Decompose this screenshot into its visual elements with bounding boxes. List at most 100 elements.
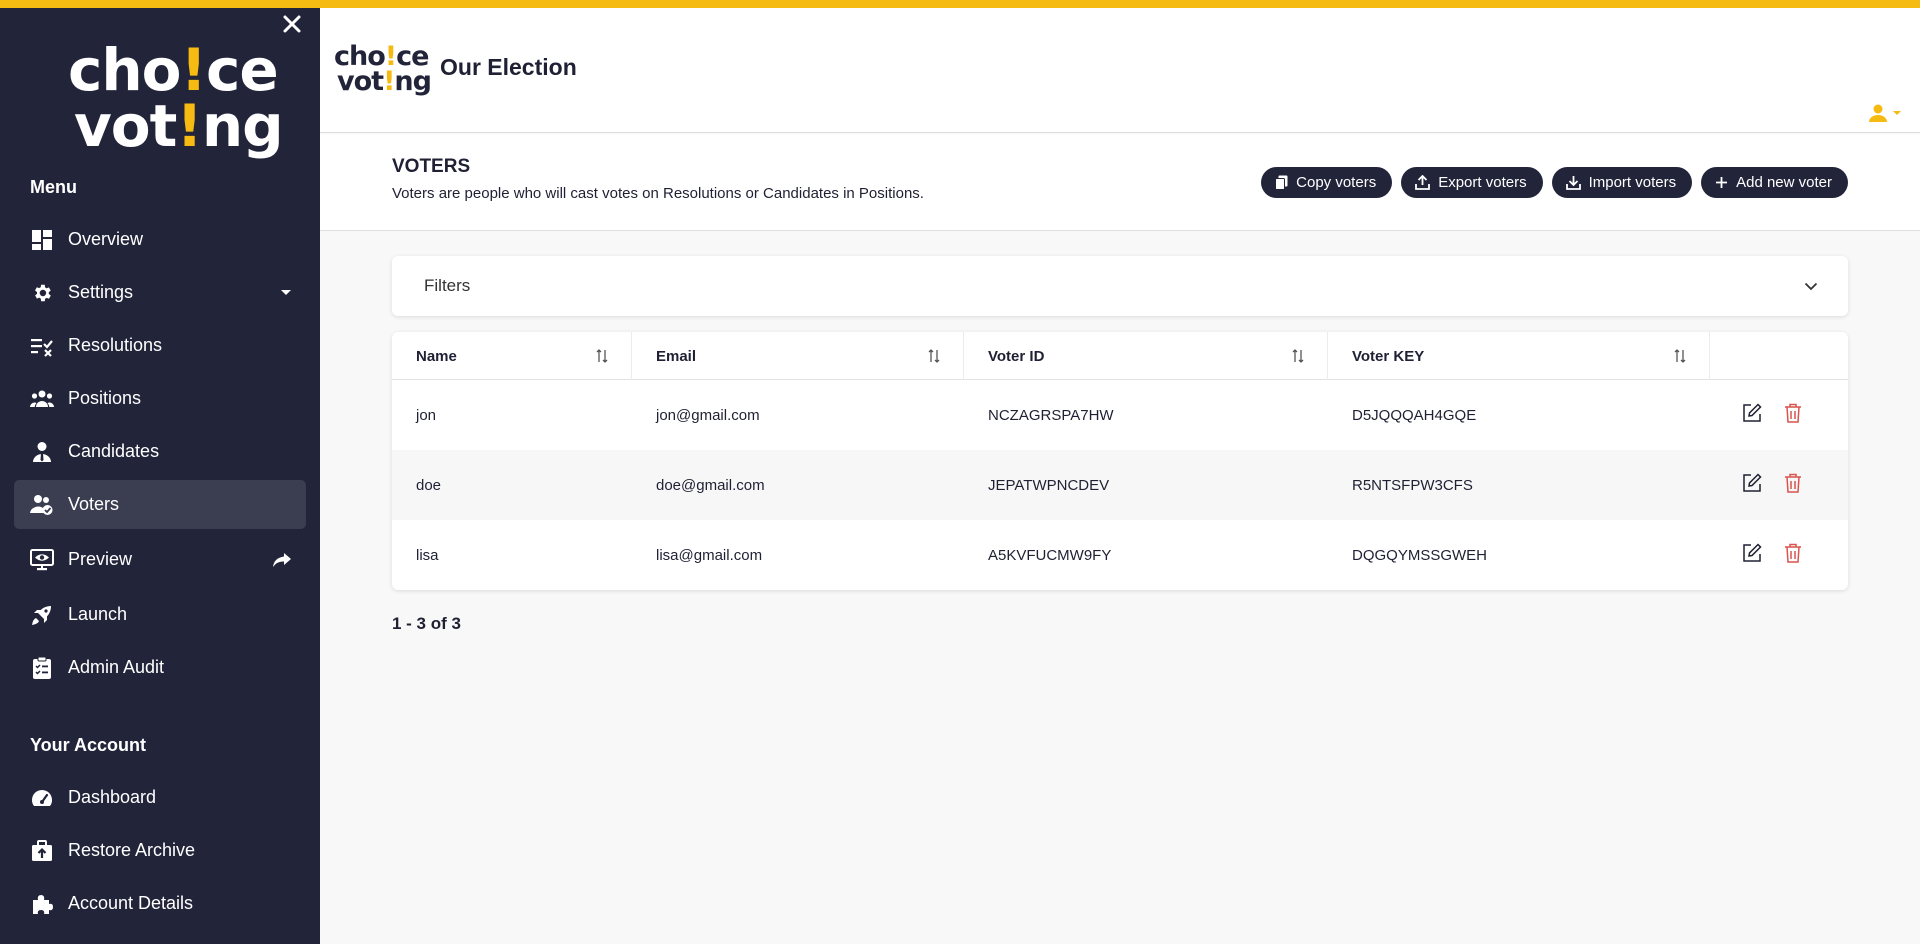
sidebar-item-label: Overview — [68, 229, 144, 249]
checklist-icon — [30, 334, 54, 358]
row-actions — [1742, 403, 1802, 423]
voters-icon — [30, 493, 54, 517]
archive-upload-icon — [30, 839, 54, 863]
cell-voter-key: D5JQQQAH4GQE — [1352, 406, 1477, 424]
main-nav: Overview Settings Resolutions Positions … — [14, 215, 306, 696]
clipboard-icon — [30, 656, 54, 680]
add-new-voter-button[interactable]: Add new voter — [1701, 167, 1848, 198]
sidebar-item-admin-audit[interactable]: Admin Audit — [14, 643, 306, 692]
sidebar-item-label: Admin Audit — [68, 657, 165, 677]
sidebar-item-label: Voters — [68, 494, 120, 514]
sidebar-item-resolutions[interactable]: Resolutions — [14, 321, 306, 370]
sidebar-item-label: Settings — [68, 282, 134, 302]
rocket-icon — [30, 603, 54, 627]
toolbar: Copy voters Export voters Import voters … — [1261, 167, 1848, 198]
voters-table: Name Email Voter ID Voter KEY jon jon@gm… — [392, 332, 1848, 590]
page-header: cho!ce vot!ng Our Election — [320, 8, 1920, 133]
trash-icon[interactable] — [1784, 473, 1802, 493]
sidebar-item-label: Account Details — [68, 893, 194, 913]
page-title: VOTERS — [392, 156, 471, 177]
pagination-summary: 1 - 3 of 3 — [392, 614, 461, 633]
sidebar: cho!ce vot!ng Menu Overview Settings Res… — [0, 8, 320, 944]
sidebar-item-candidates[interactable]: Candidates — [14, 427, 306, 476]
import-voters-button[interactable]: Import voters — [1551, 167, 1693, 198]
candidate-icon — [30, 440, 54, 464]
election-title: Our Election — [440, 54, 577, 80]
sidebar-item-voters[interactable]: Voters — [14, 480, 306, 529]
sidebar-item-label: Dashboard — [68, 787, 157, 807]
cell-name: doe — [416, 476, 442, 494]
plus-icon — [1716, 177, 1728, 188]
speedometer-icon — [30, 786, 54, 810]
gear-icon — [30, 281, 54, 305]
sidebar-item-settings[interactable]: Settings — [14, 268, 306, 317]
filters-panel-toggle[interactable]: Filters — [392, 256, 1848, 316]
account-nav: Dashboard Restore Archive Account Detail… — [14, 773, 306, 932]
caret-down-icon — [280, 289, 292, 297]
share-arrow-icon — [272, 552, 292, 568]
cell-name: jon — [416, 406, 437, 424]
voters-section-header: VOTERS Voters are people who will cast v… — [320, 134, 1920, 231]
edit-icon[interactable] — [1742, 543, 1762, 563]
column-header-email[interactable]: Email — [632, 332, 964, 380]
trash-icon[interactable] — [1784, 543, 1802, 563]
menu-title: Menu — [30, 177, 77, 197]
copy-voters-button[interactable]: Copy voters — [1261, 167, 1393, 198]
edit-icon[interactable] — [1742, 403, 1762, 423]
trash-icon[interactable] — [1784, 403, 1802, 423]
chevron-down-icon — [1804, 278, 1818, 296]
sidebar-item-dashboard[interactable]: Dashboard — [14, 773, 306, 822]
table-body: jon jon@gmail.com NCZAGRSPA7HW D5JQQQAH4… — [392, 380, 1848, 590]
table-header: Name Email Voter ID Voter KEY — [392, 332, 1848, 380]
sidebar-item-account-details[interactable]: Account Details — [14, 879, 306, 928]
cell-email: lisa@gmail.com — [656, 546, 763, 564]
sidebar-item-label: Positions — [68, 388, 142, 408]
column-header-voter-id[interactable]: Voter ID — [964, 332, 1328, 380]
sort-icon[interactable] — [928, 349, 940, 367]
cell-email: jon@gmail.com — [656, 406, 760, 424]
sidebar-item-label: Restore Archive — [68, 840, 196, 860]
user-menu-button[interactable] — [1868, 104, 1902, 122]
preview-icon — [30, 548, 54, 572]
sidebar-item-overview[interactable]: Overview — [14, 215, 306, 264]
sidebar-item-label: Resolutions — [68, 335, 163, 355]
sidebar-item-label: Preview — [68, 549, 133, 569]
sort-icon[interactable] — [1292, 349, 1304, 367]
cell-voter-key: R5NTSFPW3CFS — [1352, 476, 1473, 494]
cell-voter-id: JEPATWPNCDEV — [988, 476, 1110, 494]
sort-icon[interactable] — [596, 349, 608, 367]
cell-voter-key: DQGQYMSSGWEH — [1352, 546, 1488, 564]
account-title: Your Account — [30, 735, 146, 755]
sidebar-item-label: Candidates — [68, 441, 160, 461]
filters-label: Filters — [424, 276, 471, 295]
copy-icon — [1275, 175, 1288, 190]
table-row: lisa lisa@gmail.com A5KVFUCMW9FY DQGQYMS… — [392, 520, 1848, 590]
user-icon — [1869, 104, 1887, 122]
row-actions — [1742, 543, 1802, 563]
sidebar-item-launch[interactable]: Launch — [14, 590, 306, 639]
edit-icon[interactable] — [1742, 473, 1762, 493]
table-row: doe doe@gmail.com JEPATWPNCDEV R5NTSFPW3… — [392, 450, 1848, 520]
cell-voter-id: NCZAGRSPA7HW — [988, 406, 1114, 424]
sidebar-item-positions[interactable]: Positions — [14, 374, 306, 423]
sidebar-item-restore-archive[interactable]: Restore Archive — [14, 826, 306, 875]
download-icon — [1565, 176, 1581, 190]
top-accent-bar — [0, 0, 1920, 8]
export-voters-button[interactable]: Export voters — [1401, 167, 1543, 198]
cell-name: lisa — [416, 546, 439, 564]
group-icon — [30, 387, 54, 411]
sort-icon[interactable] — [1674, 349, 1686, 367]
sidebar-item-preview[interactable]: Preview — [14, 535, 306, 584]
header-logo[interactable]: cho!ce vot!ng — [334, 43, 432, 98]
cell-voter-id: A5KVFUCMW9FY — [988, 546, 1112, 564]
close-icon — [283, 15, 301, 33]
column-header-voter-key[interactable]: Voter KEY — [1328, 332, 1710, 380]
cell-email: doe@gmail.com — [656, 476, 765, 494]
column-header-name[interactable]: Name — [392, 332, 632, 380]
close-sidebar-button[interactable] — [278, 10, 306, 38]
puzzle-icon — [30, 892, 54, 916]
dashboard-grid-icon — [30, 228, 54, 252]
upload-icon — [1415, 175, 1431, 190]
choice-voting-logo: cho!ce vot!ng — [68, 36, 284, 160]
row-actions — [1742, 473, 1802, 493]
